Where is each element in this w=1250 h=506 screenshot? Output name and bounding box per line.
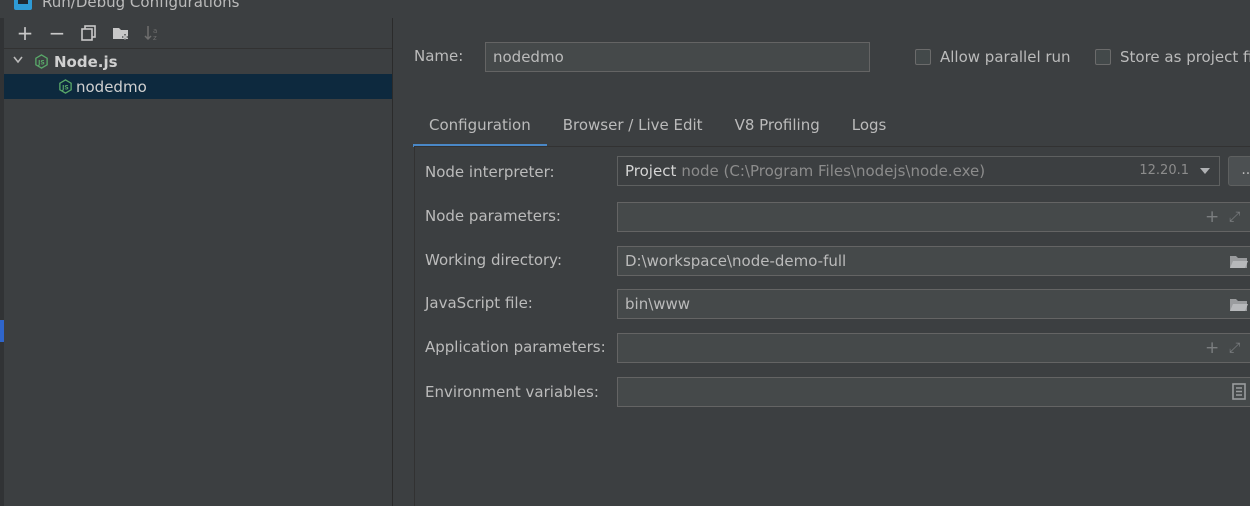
config-tabs: Configuration Browser / Live Edit V8 Pro… <box>413 110 903 147</box>
configuration-editor: Name: nodedmo Allow parallel run Store a… <box>393 18 1250 506</box>
add-icon[interactable]: + <box>1205 204 1219 230</box>
svg-text:JS: JS <box>37 59 45 66</box>
window-title: Run/Debug Configurations <box>42 0 240 11</box>
tree-item-label: nodedmo <box>76 77 147 96</box>
folder-icon[interactable] <box>1229 297 1249 313</box>
interpreter-project: Project <box>625 162 677 180</box>
add-button[interactable]: + <box>12 21 38 45</box>
application-parameters-input[interactable] <box>617 333 1250 363</box>
expand-icon[interactable]: ⤢ <box>1229 204 1240 230</box>
allow-parallel-label[interactable]: Allow parallel run <box>940 48 1071 66</box>
node-parameters-input[interactable] <box>617 202 1250 232</box>
allow-parallel-checkbox[interactable] <box>915 49 931 65</box>
store-project-label[interactable]: Store as project fi <box>1120 48 1250 66</box>
interpreter-version: 12.20.1 <box>1139 163 1189 178</box>
nodejs-icon: JS <box>35 54 48 69</box>
remove-button[interactable]: − <box>44 21 70 45</box>
dropdown-arrow-icon[interactable] <box>1200 168 1210 174</box>
expand-icon[interactable]: ⤢ <box>1229 335 1240 361</box>
environment-variables-label: Environment variables: <box>425 383 599 401</box>
node-interpreter-select[interactable]: Project node (C:\Program Files\nodejs\nod… <box>617 156 1220 186</box>
interpreter-path: node (C:\Program Files\nodejs\node.exe) <box>681 162 986 180</box>
chevron-down-icon[interactable] <box>10 56 26 67</box>
copy-button[interactable] <box>76 21 102 45</box>
svg-text:z: z <box>153 34 157 42</box>
name-input[interactable]: nodedmo <box>485 42 870 72</box>
tab-configuration[interactable]: Configuration <box>413 110 547 147</box>
folder-add-icon <box>113 28 128 40</box>
app-icon <box>14 0 32 10</box>
tab-browser-live-edit[interactable]: Browser / Live Edit <box>547 110 719 144</box>
new-folder-button[interactable] <box>108 21 134 45</box>
configurations-sidebar: + − az JS Node.js JS nodedmo <box>4 18 393 506</box>
svg-text:JS: JS <box>61 84 69 91</box>
name-label: Name: <box>414 47 464 65</box>
working-directory-label: Working directory: <box>425 251 563 269</box>
working-directory-input[interactable]: D:\workspace\node-demo-full <box>617 246 1250 276</box>
edit-list-icon[interactable] <box>1232 383 1246 400</box>
environment-variables-input[interactable] <box>617 377 1250 407</box>
folder-icon[interactable] <box>1229 254 1249 270</box>
config-tree: JS Node.js JS nodedmo <box>4 49 392 99</box>
store-project-checkbox[interactable] <box>1095 49 1111 65</box>
sort-icon: az <box>144 26 157 42</box>
javascript-file-input[interactable]: bin\www <box>617 289 1250 319</box>
sort-button[interactable]: az <box>140 21 166 45</box>
sidebar-toolbar: + − az <box>4 18 392 49</box>
copy-icon <box>81 25 96 41</box>
node-parameters-label: Node parameters: <box>425 207 561 225</box>
add-icon[interactable]: + <box>1205 335 1219 361</box>
application-parameters-label: Application parameters: <box>425 338 606 356</box>
browse-interpreter-button[interactable]: ... <box>1228 156 1250 186</box>
tab-v8-profiling[interactable]: V8 Profiling <box>719 110 836 144</box>
javascript-file-label: JavaScript file: <box>425 294 533 312</box>
tab-logs[interactable]: Logs <box>836 110 903 144</box>
tree-group-label: Node.js <box>54 52 118 71</box>
tree-item-nodedmo[interactable]: JS nodedmo <box>4 74 392 99</box>
title-bar: Run/Debug Configurations <box>0 0 1250 19</box>
tree-group-nodejs[interactable]: JS Node.js <box>4 49 392 74</box>
nodejs-icon: JS <box>59 79 72 94</box>
node-interpreter-label: Node interpreter: <box>425 163 555 181</box>
configuration-panel: Node interpreter: Project node (C:\Progra… <box>414 146 1250 506</box>
